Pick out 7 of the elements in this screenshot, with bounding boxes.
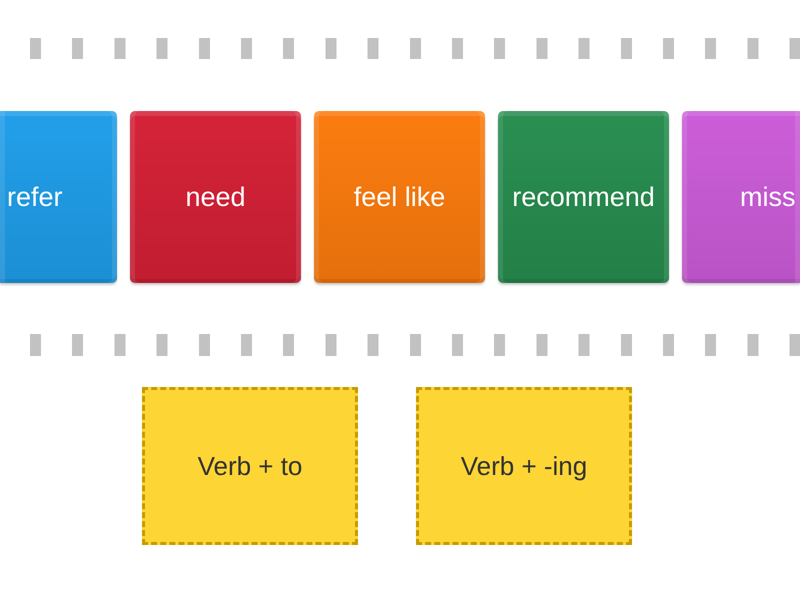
word-card[interactable]: miss	[682, 111, 800, 283]
drop-zone[interactable]: Verb + to	[142, 387, 358, 545]
word-card[interactable]: recommend	[498, 111, 669, 283]
word-card[interactable]: need	[130, 111, 301, 283]
word-card[interactable]: feel like	[314, 111, 485, 283]
word-card[interactable]: refer	[0, 111, 117, 283]
drop-zone[interactable]: Verb + -ing	[416, 387, 632, 545]
